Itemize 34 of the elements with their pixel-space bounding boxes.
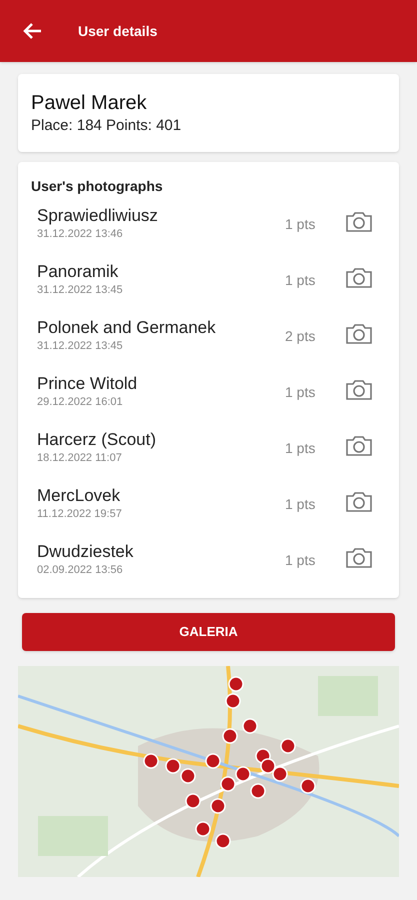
photo-date: 18.12.2022 11:07 bbox=[37, 451, 123, 465]
camera-icon[interactable] bbox=[345, 434, 373, 458]
photo-points: 1 pts bbox=[285, 215, 316, 234]
photo-date: 29.12.2022 16:01 bbox=[37, 395, 124, 409]
photo-name: Panoramik bbox=[37, 261, 120, 283]
camera-icon[interactable] bbox=[345, 322, 373, 346]
photo-points: 2 pts bbox=[285, 327, 316, 346]
back-arrow-icon bbox=[22, 22, 42, 40]
photo-date: 31.12.2022 13:45 bbox=[37, 283, 124, 297]
photo-name: Prince Witold bbox=[37, 373, 138, 395]
camera-icon[interactable] bbox=[345, 266, 373, 290]
photo-name: Dwudziestek bbox=[37, 541, 134, 563]
photo-points: 1 pts bbox=[285, 271, 316, 290]
gallery-button[interactable]: GALERIA bbox=[22, 613, 395, 651]
camera-icon[interactable] bbox=[345, 210, 373, 234]
photo-name: Sprawiedliwiusz bbox=[37, 205, 159, 227]
photo-points: 1 pts bbox=[285, 383, 316, 402]
photo-points: 1 pts bbox=[285, 551, 316, 570]
photo-points: 1 pts bbox=[285, 439, 316, 458]
screen-title: User details bbox=[78, 22, 158, 40]
user-name: Pawel Marek bbox=[31, 91, 148, 116]
photo-date: 02.09.2022 13:56 bbox=[37, 563, 124, 577]
camera-icon[interactable] bbox=[345, 490, 373, 514]
camera-icon[interactable] bbox=[345, 546, 373, 570]
photo-points: 1 pts bbox=[285, 495, 316, 514]
photo-name: MercLovek bbox=[37, 485, 122, 507]
section-title: User's photographs bbox=[30, 177, 164, 196]
photo-date: 11.12.2022 19:57 bbox=[37, 507, 123, 521]
photo-date: 31.12.2022 13:46 bbox=[37, 227, 124, 241]
photo-name: Polonek and Germanek bbox=[37, 317, 217, 339]
photo-date: 31.12.2022 13:45 bbox=[37, 339, 124, 353]
camera-icon[interactable] bbox=[345, 378, 373, 402]
photo-name: Harcerz (Scout) bbox=[37, 429, 158, 451]
user-stats: Place: 184 Points: 401 bbox=[31, 116, 182, 136]
